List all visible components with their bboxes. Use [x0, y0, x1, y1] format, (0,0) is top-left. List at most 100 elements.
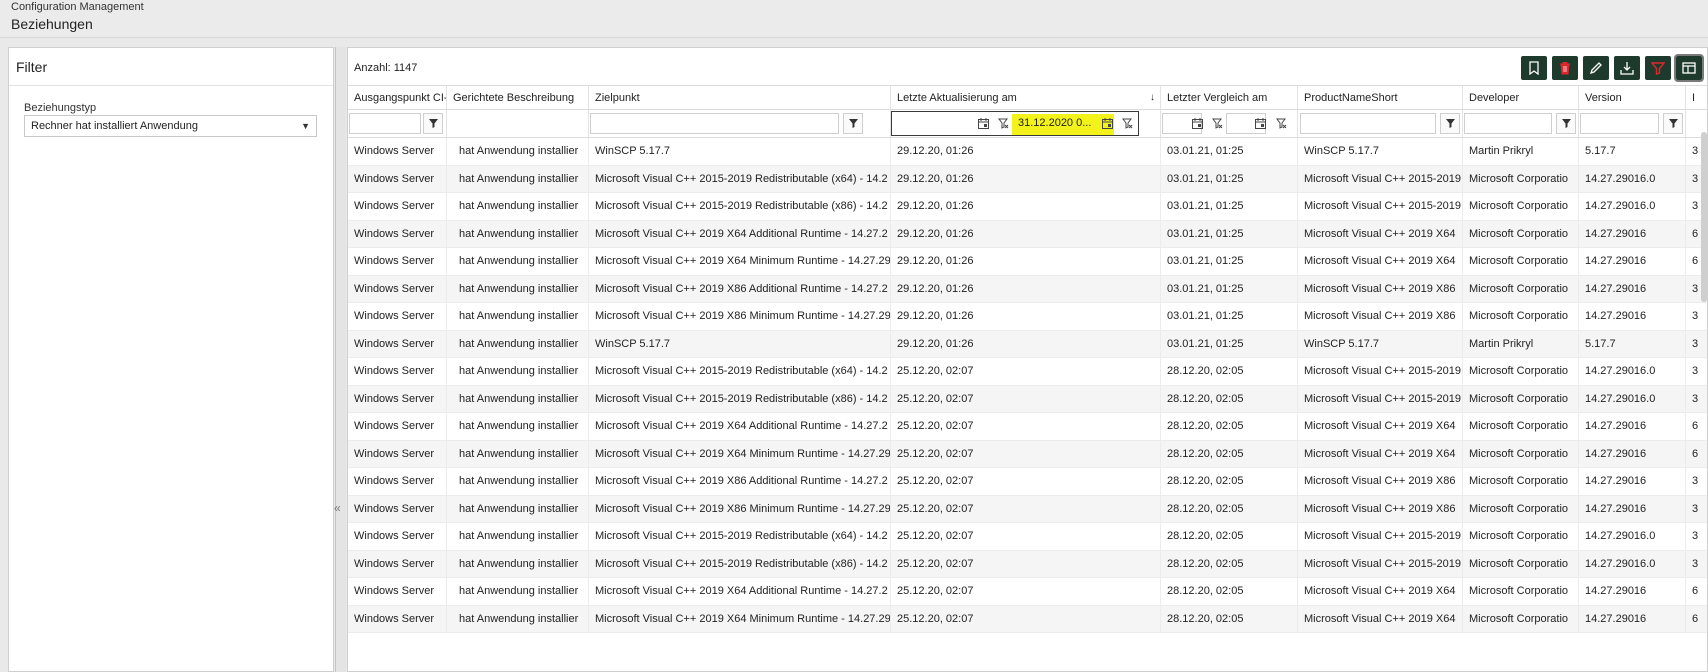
column-header[interactable]: Gerichtete Beschreibung [447, 86, 589, 110]
table-row[interactable]: Windows Server hat Anwendung installier Mi… [348, 523, 1707, 551]
table-cell: Microsoft Visual C++ 2019 X64 Minimum Ru… [589, 605, 891, 633]
column-filter-button[interactable] [1440, 113, 1460, 134]
table-cell: Microsoft Visual C++ 2015-2019 [1298, 358, 1463, 385]
table-cell: Microsoft Visual C++ 2019 X86 [1298, 275, 1463, 303]
panel-splitter[interactable]: « [334, 47, 346, 672]
table-cell: Martin Prikryl [1463, 330, 1579, 358]
table-row[interactable]: Windows Server hat Anwendung installier Mi… [348, 578, 1707, 606]
calendar-icon[interactable] [1255, 118, 1266, 129]
table-row[interactable]: Windows Server hat Anwendung installier Mi… [348, 468, 1707, 496]
table-row[interactable]: Windows Server hat Anwendung installier Mi… [348, 220, 1707, 248]
column-header[interactable]: Ausgangspunkt CI-Typ [348, 86, 447, 110]
table-row[interactable]: Windows Server hat Anwendung installier Mi… [348, 385, 1707, 413]
filter-cell-date-range: 31.12.2020 0... [891, 110, 1161, 137]
column-filter-button[interactable] [423, 113, 443, 134]
clear-filter-icon[interactable] [998, 118, 1009, 129]
column-filter-button[interactable] [1663, 113, 1683, 134]
table-cell: Windows Server [348, 138, 447, 165]
table-row[interactable]: Windows Server hat Anwendung installier Wi… [348, 138, 1707, 166]
calendar-icon[interactable] [978, 118, 989, 129]
table-row[interactable]: Windows Server hat Anwendung installier Mi… [348, 303, 1707, 331]
calendar-icon[interactable] [1102, 118, 1113, 129]
table-cell: 25.12.20, 02:07 [891, 413, 1161, 440]
table-row[interactable]: Windows Server hat Anwendung installier Mi… [348, 165, 1707, 193]
export-button[interactable] [1614, 56, 1640, 80]
table-cell: 25.12.20, 02:07 [891, 523, 1161, 550]
bookmark-button[interactable] [1521, 56, 1547, 80]
relation-type-select[interactable]: Rechner hat installiert Anwendung ▼ [24, 115, 317, 137]
clear-filter-icon[interactable] [1122, 118, 1133, 129]
filter-button[interactable] [1645, 56, 1671, 80]
table-row[interactable]: Windows Server hat Anwendung installier Wi… [348, 330, 1707, 358]
table-cell: 5.17.7 [1579, 138, 1686, 165]
table-cell: 28.12.20, 02:05 [1161, 468, 1298, 495]
filter-input[interactable] [1464, 113, 1552, 134]
column-filter-button[interactable] [843, 113, 863, 134]
double-chevron-left-icon[interactable]: « [334, 501, 341, 515]
filter-input[interactable] [1300, 113, 1436, 134]
filter-cell [1298, 110, 1463, 137]
table-cell: 25.12.20, 02:07 [891, 550, 1161, 578]
table-cell: Microsoft Visual C++ 2015-2019 Redistrib… [589, 193, 891, 220]
columns-button[interactable] [1674, 54, 1704, 82]
table-cell: Windows Server [348, 550, 447, 578]
table-cell: Windows Server [348, 523, 447, 550]
table-cell: 03.01.21, 01:25 [1161, 303, 1298, 330]
table-row[interactable]: Windows Server hat Anwendung installier Mi… [348, 358, 1707, 386]
table-row[interactable]: Windows Server hat Anwendung installier Mi… [348, 275, 1707, 303]
table-row[interactable]: Windows Server hat Anwendung installier Mi… [348, 495, 1707, 523]
table-cell: Microsoft Visual C++ 2019 X64 [1298, 605, 1463, 633]
column-header[interactable]: I [1686, 86, 1707, 110]
table-row[interactable]: Windows Server hat Anwendung installier Mi… [348, 605, 1707, 633]
column-header[interactable]: Developer [1463, 86, 1579, 110]
table-cell: Windows Server [348, 578, 447, 605]
column-header[interactable]: ProductNameShort [1298, 86, 1463, 110]
table-cell: Microsoft Corporatio [1463, 523, 1579, 550]
table-cell: 14.27.29016 [1579, 605, 1686, 633]
column-header[interactable]: Version [1579, 86, 1686, 110]
table-cell: Windows Server [348, 605, 447, 633]
table-cell: Microsoft Visual C++ 2015-2019 [1298, 523, 1463, 550]
table-cell: Microsoft Visual C++ 2019 X86 Additional… [589, 468, 891, 495]
table-cell: Microsoft Corporatio [1463, 358, 1579, 385]
edit-button[interactable] [1583, 56, 1609, 80]
filter-icon [1668, 119, 1678, 128]
filter-panel-title: Filter [16, 59, 48, 75]
column-header-sorted[interactable]: Letzte Aktualisierung am ↓ [891, 86, 1161, 110]
table-row[interactable]: Windows Server hat Anwendung installier Mi… [348, 413, 1707, 441]
table-cell: 29.12.20, 01:26 [891, 165, 1161, 193]
calendar-icon[interactable] [1192, 118, 1203, 129]
record-count: Anzahl: 1147 [354, 62, 418, 74]
table-cell: WinSCP 5.17.7 [589, 138, 891, 165]
table-cell: Microsoft Corporatio [1463, 468, 1579, 495]
splitter-line [335, 47, 336, 672]
date-from-input[interactable] [893, 114, 990, 135]
table-cell: Microsoft Visual C++ 2015-2019 [1298, 165, 1463, 193]
delete-button[interactable] [1552, 56, 1578, 80]
table-cell: 28.12.20, 02:05 [1161, 358, 1298, 385]
clear-filter-icon[interactable] [1276, 118, 1287, 129]
table-row[interactable]: Windows Server hat Anwendung installier Mi… [348, 248, 1707, 276]
filter-input[interactable] [349, 113, 421, 134]
column-header[interactable]: Letzter Vergleich am [1161, 86, 1298, 110]
column-header[interactable]: Zielpunkt [589, 86, 891, 110]
table-cell: 6 [1692, 612, 1699, 625]
vertical-scrollbar[interactable] [1701, 132, 1707, 302]
table-cell: hat Anwendung installier [447, 578, 589, 605]
table-row[interactable]: Windows Server hat Anwendung installier Mi… [348, 550, 1707, 578]
table-cell: Microsoft Visual C++ 2019 X64 Minimum Ru… [589, 248, 891, 275]
table-cell: Microsoft Visual C++ 2019 X64 [1298, 440, 1463, 468]
caret-down-icon: ▼ [301, 121, 310, 131]
table-cell: 03.01.21, 01:25 [1161, 193, 1298, 220]
filter-input[interactable] [1580, 113, 1659, 134]
table-cell: 28.12.20, 02:05 [1161, 385, 1298, 413]
table-cell: 25.12.20, 02:07 [891, 440, 1161, 468]
filter-input[interactable] [590, 113, 839, 134]
column-filter-button[interactable] [1556, 113, 1576, 134]
table-row[interactable]: Windows Server hat Anwendung installier Mi… [348, 440, 1707, 468]
clear-filter-icon[interactable] [1212, 118, 1223, 129]
table-cell: 6 [1692, 420, 1699, 432]
table-row[interactable]: Windows Server hat Anwendung installier Mi… [348, 193, 1707, 221]
app-title: Configuration Management [11, 1, 144, 13]
date-to-input[interactable]: 31.12.2020 0... [1012, 114, 1114, 135]
